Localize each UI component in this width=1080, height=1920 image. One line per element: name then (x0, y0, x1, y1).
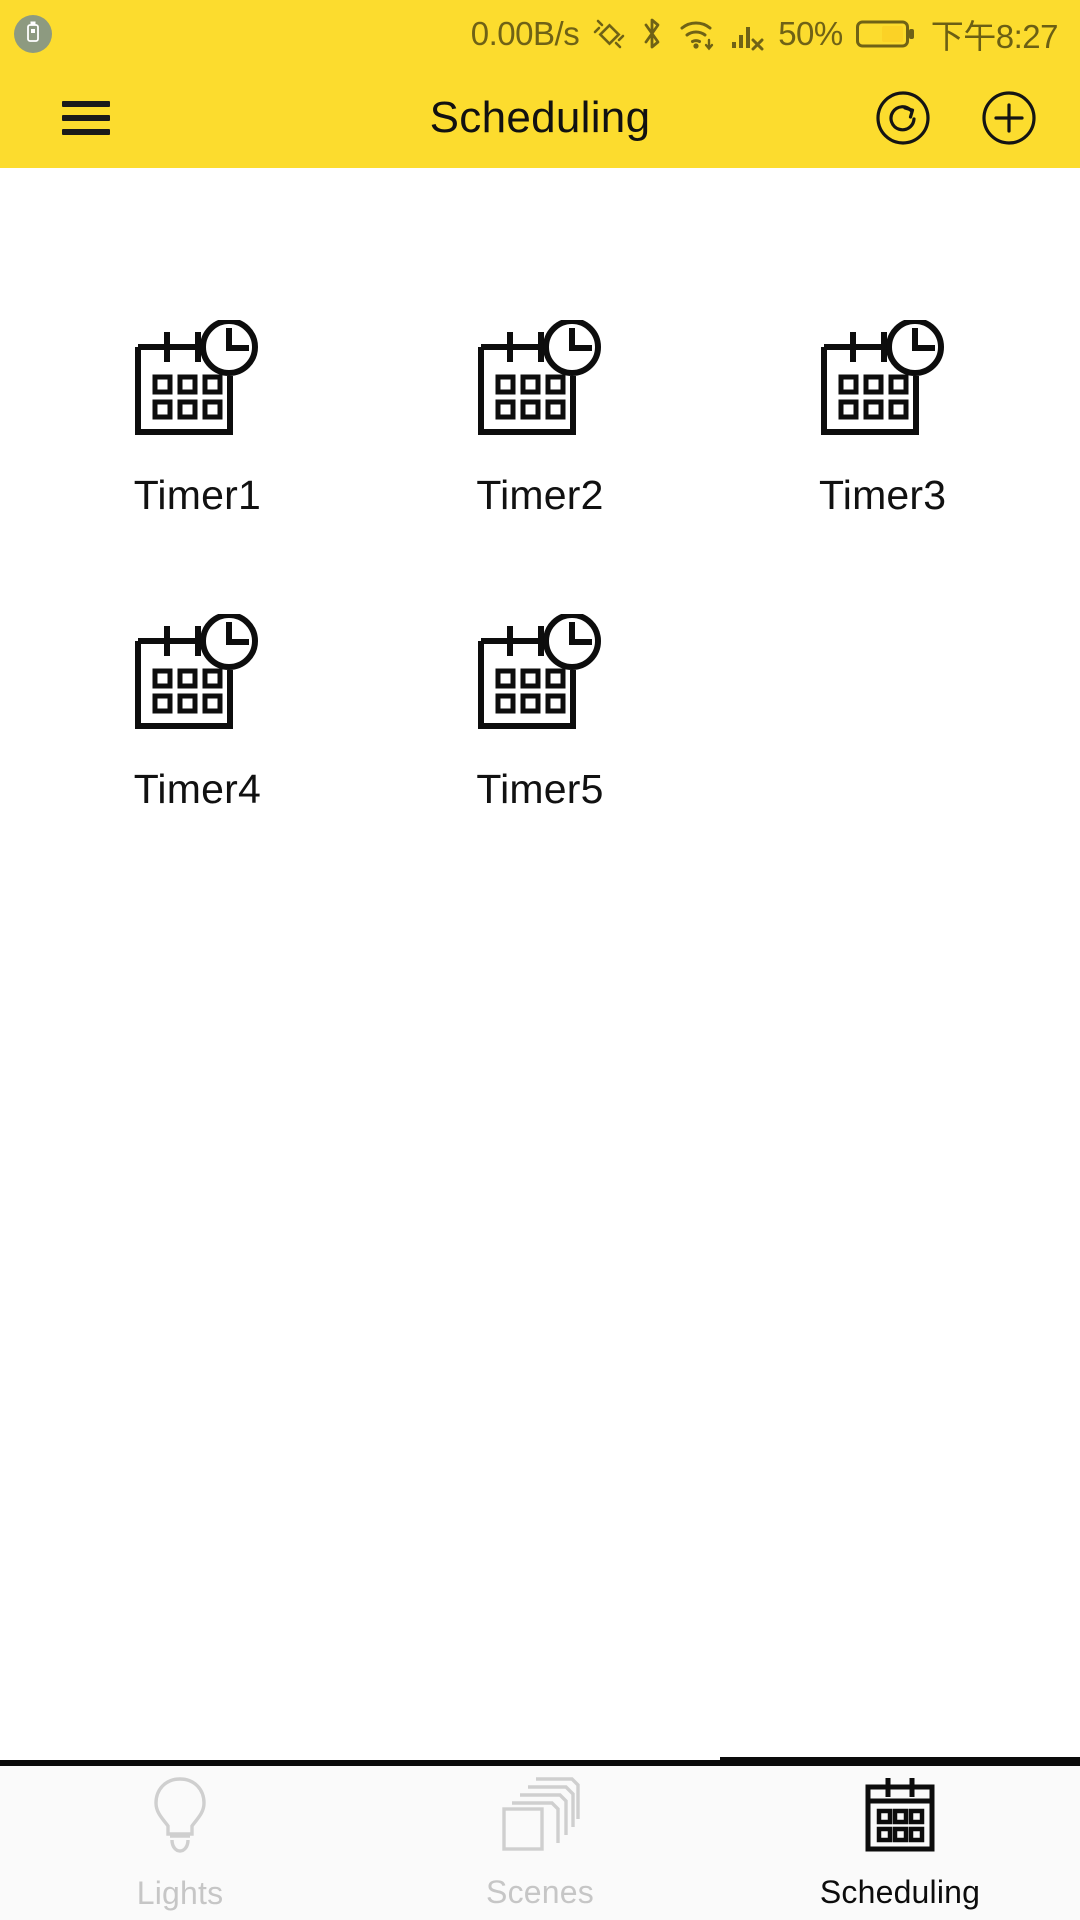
wifi-icon (678, 16, 718, 52)
calendar-icon (864, 1775, 936, 1858)
timer-item[interactable]: Timer4 (26, 612, 369, 813)
add-icon[interactable] (980, 89, 1038, 147)
status-clock-text: 下午8:27 (930, 18, 1059, 55)
bluetooth-icon (639, 16, 665, 52)
lightbulb-icon (147, 1774, 213, 1859)
timer-label: Timer4 (133, 766, 261, 812)
status-bar-right: 0.00B/s 50% 下午8:27 (470, 10, 1059, 58)
vibrate-icon (592, 17, 626, 51)
timer-list-area: Timer1 Timer2 Timer3 Timer4 Timer5 (0, 168, 1080, 1760)
calendar-clock-icon (477, 318, 603, 440)
calendar-clock-icon (477, 612, 603, 734)
layers-icon (500, 1775, 580, 1858)
nav-item-scheduling[interactable]: Scheduling (720, 1760, 1080, 1920)
nav-divider-segment (0, 1760, 720, 1766)
status-bar-left (14, 15, 52, 53)
app-header: Scheduling (0, 68, 1080, 168)
header-actions (874, 89, 1038, 147)
status-bar: 0.00B/s 50% 下午8:27 (0, 0, 1080, 68)
active-tab-indicator (720, 1757, 1080, 1766)
timer-item[interactable]: Timer1 (26, 318, 369, 519)
timer-label: Timer3 (819, 472, 947, 518)
bottom-navigation: Lights Scenes Scheduling (0, 1757, 1080, 1920)
timer-item[interactable]: Timer5 (369, 612, 712, 813)
battery-icon (855, 18, 916, 50)
calendar-clock-icon (134, 612, 260, 734)
nav-label-scheduling: Scheduling (819, 1874, 981, 1910)
app-screen: 0.00B/s 50% 下午8:27 Scheduling Timer1 Tim… (0, 0, 1080, 1920)
timer-item[interactable]: Timer2 (369, 318, 712, 519)
battery-percent-text: 50% (778, 15, 843, 52)
timer-label: Timer2 (476, 472, 604, 518)
no-sim-signal-icon (731, 17, 765, 51)
timer-label: Timer1 (133, 472, 261, 518)
calendar-clock-icon (820, 318, 946, 440)
nav-item-scenes[interactable]: Scenes (360, 1760, 720, 1920)
usb-debug-icon (14, 15, 52, 53)
timer-grid: Timer1 Timer2 Timer3 Timer4 Timer5 (0, 318, 1080, 813)
calendar-clock-icon (134, 318, 260, 440)
timer-item[interactable]: Timer3 (711, 318, 1054, 519)
timer-label: Timer5 (476, 766, 604, 812)
nav-top-divider (0, 1757, 1080, 1766)
nav-label-lights: Lights (136, 1875, 224, 1911)
refresh-icon[interactable] (874, 89, 932, 147)
nav-label-scenes: Scenes (486, 1874, 594, 1910)
nav-item-lights[interactable]: Lights (0, 1760, 360, 1920)
network-speed-text: 0.00B/s (470, 15, 580, 52)
